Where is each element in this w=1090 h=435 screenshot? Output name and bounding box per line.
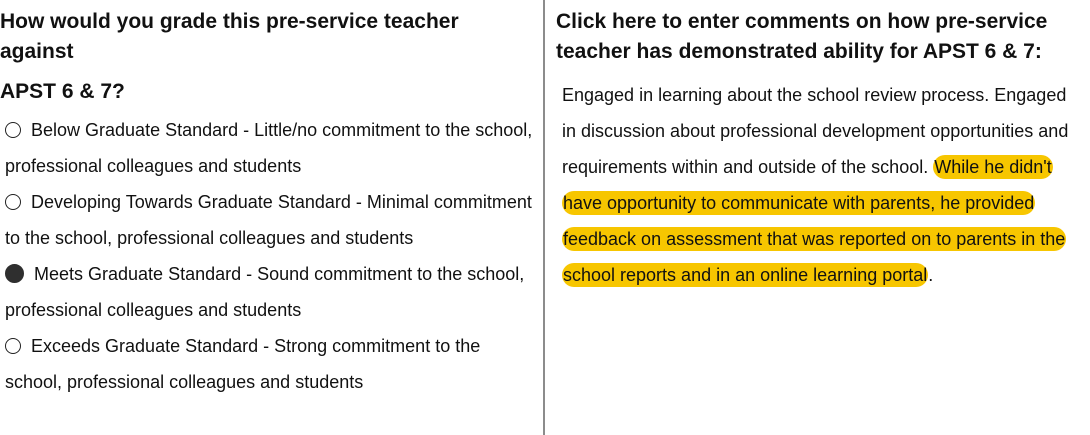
question-subtitle: APST 6 & 7? (0, 80, 125, 103)
comment-text-area[interactable]: Engaged in learning about the school rev… (556, 77, 1082, 293)
column-divider (543, 0, 545, 435)
grade-options: Below Graduate Standard - Little/no comm… (0, 112, 540, 400)
question-title-line-2: against (0, 40, 74, 63)
comment-end-punctuation: . (928, 265, 934, 285)
grade-question-panel: How would you grade this pre-service tea… (0, 0, 540, 435)
question-title: How would you grade this pre-service tea… (0, 0, 540, 67)
option-label: Exceeds Graduate Standard - Strong commi… (5, 336, 481, 392)
option-below-graduate[interactable]: Below Graduate Standard - Little/no comm… (0, 112, 540, 184)
option-label: Meets Graduate Standard - Sound commitme… (5, 264, 525, 320)
radio-developing-towards-graduate[interactable] (5, 194, 21, 210)
comments-heading-line-2: teacher has demonstrated ability for APS… (556, 40, 1042, 63)
radio-exceeds-graduate[interactable] (5, 338, 21, 354)
question-title-line-1: How would you grade this pre-service tea… (0, 10, 459, 33)
comments-panel: Click here to enter comments on how pre-… (556, 0, 1090, 435)
option-exceeds-graduate[interactable]: Exceeds Graduate Standard - Strong commi… (0, 328, 540, 400)
option-label: Below Graduate Standard - Little/no comm… (5, 120, 533, 176)
option-meets-graduate[interactable]: Meets Graduate Standard - Sound commitme… (0, 256, 540, 328)
grading-form: How would you grade this pre-service tea… (0, 0, 1090, 435)
comments-heading-line-1: Click here to enter comments on how pre-… (556, 10, 1048, 33)
radio-meets-graduate-selected[interactable] (5, 264, 24, 283)
comments-heading[interactable]: Click here to enter comments on how pre-… (556, 0, 1090, 67)
radio-below-graduate[interactable] (5, 122, 21, 138)
option-developing-towards-graduate[interactable]: Developing Towards Graduate Standard - M… (0, 184, 540, 256)
option-label: Developing Towards Graduate Standard - M… (5, 192, 532, 248)
